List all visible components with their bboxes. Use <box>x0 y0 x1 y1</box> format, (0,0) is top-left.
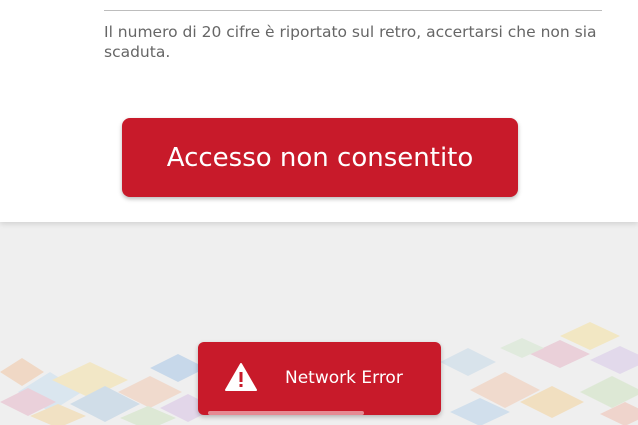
toast-progress-bar <box>208 411 364 415</box>
warning-icon <box>225 363 257 391</box>
card-number-field-underline[interactable] <box>104 10 602 11</box>
card-entry-panel: Il numero di 20 cifre è riportato sul re… <box>0 0 638 222</box>
toast-message: Network Error <box>285 368 403 388</box>
access-denied-button[interactable]: Accesso non consentito <box>122 118 518 197</box>
card-number-hint: Il numero di 20 cifre è riportato sul re… <box>104 23 597 61</box>
network-error-toast: Network Error <box>198 342 441 415</box>
